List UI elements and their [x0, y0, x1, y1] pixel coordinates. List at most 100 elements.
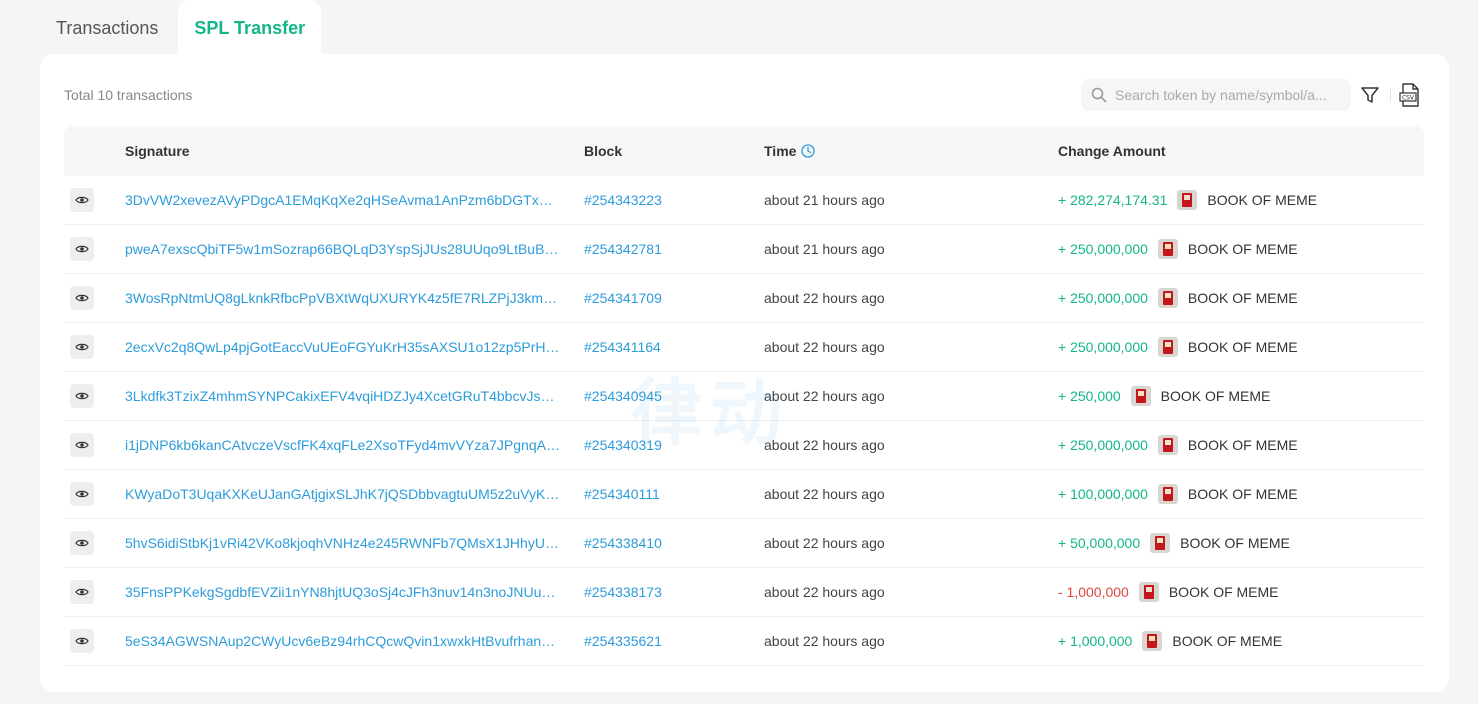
signature-link[interactable]: KWyaDoT3UqaKXKeUJanGAtjgixSLJhK7jQSDbbva… — [125, 486, 560, 502]
token-name-link[interactable]: BOOK OF MEME — [1188, 486, 1298, 502]
book-of-meme-token-icon[interactable] — [1130, 386, 1151, 406]
table-row: 35FnsPPKekgSgdbfEVZii1nYN8hjtUQ3oSj4cJFh… — [64, 568, 1424, 617]
change-amount: - 1,000,000 BOOK OF MEME — [1058, 582, 1279, 602]
view-details-button[interactable] — [70, 286, 94, 310]
token-search-input[interactable] — [1115, 87, 1335, 103]
book-of-meme-token-icon[interactable] — [1157, 239, 1178, 259]
signature-link[interactable]: 3WosRpNtmUQ8gLknkRfbcPpVBXtWqUXURYK4z5fE… — [125, 290, 560, 306]
block-link[interactable]: #254343223 — [584, 192, 662, 208]
search-icon — [1091, 87, 1107, 103]
view-details-button[interactable] — [70, 384, 94, 408]
token-name-link[interactable]: BOOK OF MEME — [1207, 192, 1317, 208]
transfers-card: Total 10 transactions CSV Signature Bloc… — [40, 54, 1449, 692]
book-of-meme-token-icon[interactable] — [1157, 484, 1178, 504]
amount-value: + 250,000,000 — [1058, 437, 1148, 453]
amount-value: + 250,000 — [1058, 388, 1121, 404]
time-value: about 22 hours ago — [764, 584, 885, 600]
view-details-button[interactable] — [70, 237, 94, 261]
view-details-button[interactable] — [70, 629, 94, 653]
view-details-button[interactable] — [70, 482, 94, 506]
block-link[interactable]: #254340319 — [584, 437, 662, 453]
amount-value: - 1,000,000 — [1058, 584, 1129, 600]
tab-spl-transfer[interactable]: SPL Transfer — [178, 0, 322, 56]
filter-button[interactable] — [1357, 82, 1383, 108]
amount-value: + 50,000,000 — [1058, 535, 1141, 551]
eye-icon — [75, 196, 89, 204]
token-name-link[interactable]: BOOK OF MEME — [1180, 535, 1290, 551]
svg-text:CSV: CSV — [1402, 95, 1415, 102]
time-value: about 22 hours ago — [764, 290, 885, 306]
book-of-meme-token-icon[interactable] — [1157, 435, 1178, 455]
time-value: about 22 hours ago — [764, 633, 885, 649]
table-row: 2ecxVc2q8QwLp4pjGotEaccVuUEoFGYuKrH35sAX… — [64, 323, 1424, 372]
block-link[interactable]: #254338410 — [584, 535, 662, 551]
book-of-meme-token-icon[interactable] — [1142, 631, 1163, 651]
token-name-link[interactable]: BOOK OF MEME — [1188, 339, 1298, 355]
book-of-meme-token-icon[interactable] — [1177, 190, 1198, 210]
time-value: about 22 hours ago — [764, 388, 885, 404]
view-details-button[interactable] — [70, 580, 94, 604]
book-of-meme-token-icon[interactable] — [1150, 533, 1171, 553]
tab-bar: Transactions SPL Transfer — [40, 0, 322, 56]
view-details-button[interactable] — [70, 188, 94, 212]
signature-link[interactable]: 3DvVW2xevezAVyPDgcA1EMqKqXe2qHSeAvma1AnP… — [125, 192, 560, 208]
eye-icon — [75, 392, 89, 400]
view-details-button[interactable] — [70, 531, 94, 555]
spl-transfer-table: Signature Block Time Change Amount 3DvVW… — [64, 126, 1424, 666]
change-amount: + 250,000,000 BOOK OF MEME — [1058, 239, 1298, 259]
token-name-link[interactable]: BOOK OF MEME — [1188, 241, 1298, 257]
book-of-meme-token-icon[interactable] — [1138, 582, 1159, 602]
signature-link[interactable]: i1jDNP6kb6kanCAtvczeVscfFK4xqFLe2XsoTFyd… — [125, 437, 560, 453]
toolbar-divider — [1390, 88, 1391, 102]
clock-icon[interactable] — [801, 144, 816, 158]
table-body: 3DvVW2xevezAVyPDgcA1EMqKqXe2qHSeAvma1AnP… — [64, 176, 1424, 666]
header-block: Block — [584, 143, 623, 159]
table-row: pweA7exscQbiTF5w1mSozrap66BQLqD3YspSjJUs… — [64, 225, 1424, 274]
token-name-link[interactable]: BOOK OF MEME — [1169, 584, 1279, 600]
time-value: about 21 hours ago — [764, 192, 885, 208]
change-amount: + 250,000,000 BOOK OF MEME — [1058, 337, 1298, 357]
block-link[interactable]: #254341164 — [584, 339, 661, 355]
token-name-link[interactable]: BOOK OF MEME — [1172, 633, 1282, 649]
eye-icon — [75, 490, 89, 498]
token-name-link[interactable]: BOOK OF MEME — [1161, 388, 1271, 404]
signature-link[interactable]: 2ecxVc2q8QwLp4pjGotEaccVuUEoFGYuKrH35sAX… — [125, 339, 560, 355]
table-row: 5eS34AGWSNAup2CWyUcv6eBz94rhCQcwQvin1xwx… — [64, 617, 1424, 666]
book-of-meme-token-icon[interactable] — [1157, 288, 1178, 308]
signature-link[interactable]: pweA7exscQbiTF5w1mSozrap66BQLqD3YspSjJUs… — [125, 241, 560, 257]
view-details-button[interactable] — [70, 335, 94, 359]
header-time: Time — [764, 143, 816, 159]
eye-icon — [75, 245, 89, 253]
time-value: about 22 hours ago — [764, 486, 885, 502]
signature-link[interactable]: 5hvS6idiStbKj1vRi42VKo8kjoqhVNHz4e245RWN… — [125, 535, 560, 551]
table-row: 3WosRpNtmUQ8gLknkRfbcPpVBXtWqUXURYK4z5fE… — [64, 274, 1424, 323]
time-value: about 21 hours ago — [764, 241, 885, 257]
token-name-link[interactable]: BOOK OF MEME — [1188, 290, 1298, 306]
book-of-meme-token-icon[interactable] — [1157, 337, 1178, 357]
table-row: i1jDNP6kb6kanCAtvczeVscfFK4xqFLe2XsoTFyd… — [64, 421, 1424, 470]
block-link[interactable]: #254340945 — [584, 388, 662, 404]
signature-link[interactable]: 5eS34AGWSNAup2CWyUcv6eBz94rhCQcwQvin1xwx… — [125, 633, 560, 649]
block-link[interactable]: #254335621 — [584, 633, 662, 649]
signature-link[interactable]: 35FnsPPKekgSgdbfEVZii1nYN8hjtUQ3oSj4cJFh… — [125, 584, 560, 600]
amount-value: + 250,000,000 — [1058, 339, 1148, 355]
change-amount: + 1,000,000 BOOK OF MEME — [1058, 631, 1282, 651]
csv-export-button[interactable]: CSV — [1397, 82, 1423, 108]
header-signature: Signature — [125, 143, 190, 159]
amount-value: + 282,274,174.31 — [1058, 192, 1168, 208]
time-value: about 22 hours ago — [764, 535, 885, 551]
block-link[interactable]: #254341709 — [584, 290, 662, 306]
change-amount: + 50,000,000 BOOK OF MEME — [1058, 533, 1290, 553]
eye-icon — [75, 294, 89, 302]
block-link[interactable]: #254342781 — [584, 241, 662, 257]
block-link[interactable]: #254338173 — [584, 584, 662, 600]
tab-transactions[interactable]: Transactions — [40, 0, 174, 56]
filter-icon — [1361, 87, 1379, 103]
block-link[interactable]: #254340111 — [584, 486, 660, 502]
table-row: 3DvVW2xevezAVyPDgcA1EMqKqXe2qHSeAvma1AnP… — [64, 176, 1424, 225]
view-details-button[interactable] — [70, 433, 94, 457]
amount-value: + 250,000,000 — [1058, 290, 1148, 306]
token-search-box[interactable] — [1081, 79, 1351, 111]
token-name-link[interactable]: BOOK OF MEME — [1188, 437, 1298, 453]
signature-link[interactable]: 3Lkdfk3TzixZ4mhmSYNPCakixEFV4vqiHDZJy4Xc… — [125, 388, 560, 404]
